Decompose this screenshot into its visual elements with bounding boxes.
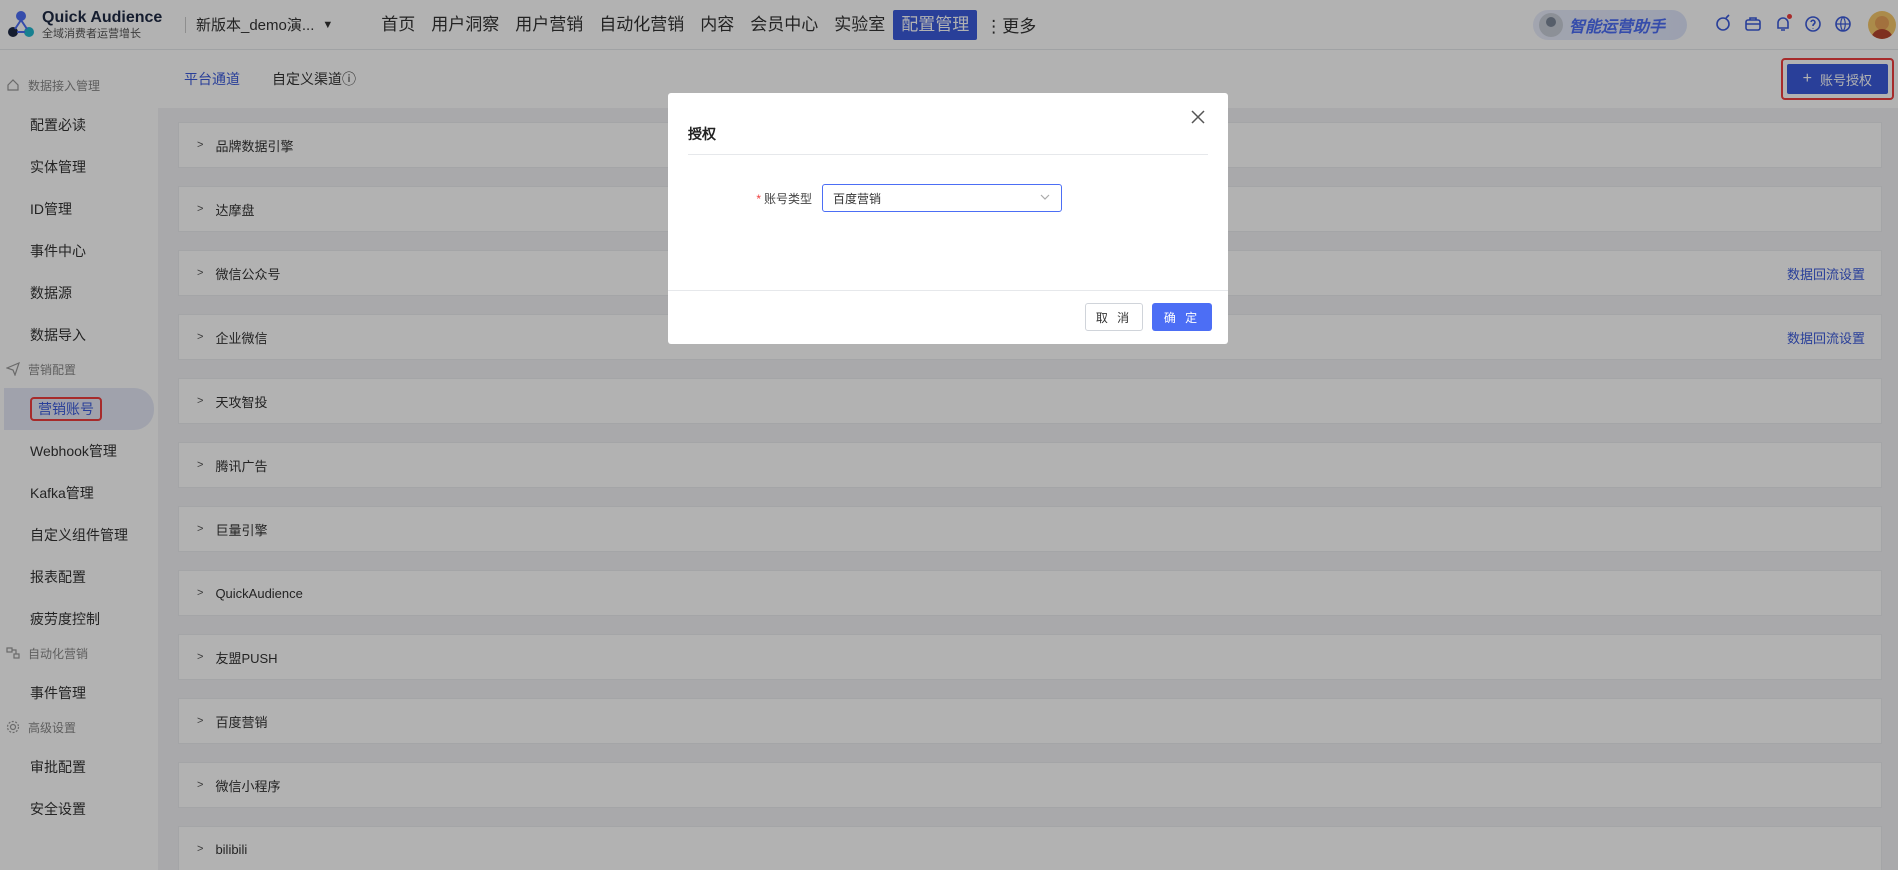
authorize-dialog: 授权 * 账号类型 百度营销 取 消 确 定 (668, 93, 1228, 344)
account-type-row: * 账号类型 百度营销 (752, 184, 1062, 212)
chevron-down-icon (1039, 191, 1051, 203)
dialog-footer: 取 消 确 定 (668, 290, 1228, 344)
dialog-title: 授权 (688, 126, 716, 142)
account-type-select[interactable]: 百度营销 (822, 184, 1062, 212)
account-type-label: * 账号类型 (756, 191, 812, 206)
account-type-value: 百度营销 (833, 191, 882, 206)
close-icon[interactable] (1190, 109, 1206, 125)
confirm-button[interactable]: 确 定 (1152, 303, 1212, 331)
cancel-button[interactable]: 取 消 (1085, 303, 1143, 331)
